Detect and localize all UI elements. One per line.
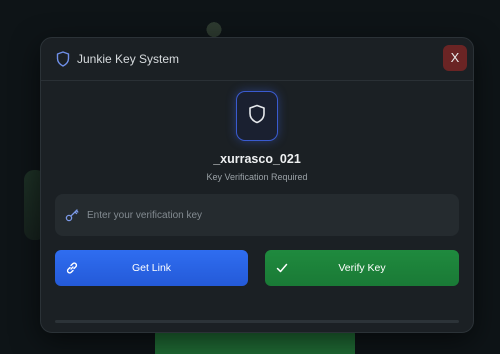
dialog-title: Junkie Key System (77, 52, 180, 66)
shield-icon (248, 104, 266, 129)
get-link-button[interactable]: Get Link (55, 250, 248, 286)
key-input-field[interactable] (55, 194, 459, 236)
background-green-button (155, 330, 355, 354)
shield-icon (56, 51, 70, 67)
key-input[interactable] (85, 199, 449, 231)
verify-key-label: Verify Key (338, 262, 386, 274)
close-icon: X (450, 50, 460, 65)
shield-badge (236, 91, 278, 141)
username: _xurrasco_021 (213, 152, 301, 166)
link-icon (64, 260, 80, 276)
close-button[interactable]: X (443, 45, 467, 71)
verify-key-button[interactable]: Verify Key (265, 250, 459, 286)
footer-divider (55, 320, 459, 323)
status-text: Key Verification Required (206, 172, 308, 182)
dialog-header: Junkie Key System X (41, 38, 473, 81)
key-icon (65, 208, 79, 222)
get-link-label: Get Link (131, 262, 172, 274)
key-system-dialog: Junkie Key System X _xurrasco_021 Key Ve… (40, 37, 474, 333)
check-icon (274, 260, 290, 276)
